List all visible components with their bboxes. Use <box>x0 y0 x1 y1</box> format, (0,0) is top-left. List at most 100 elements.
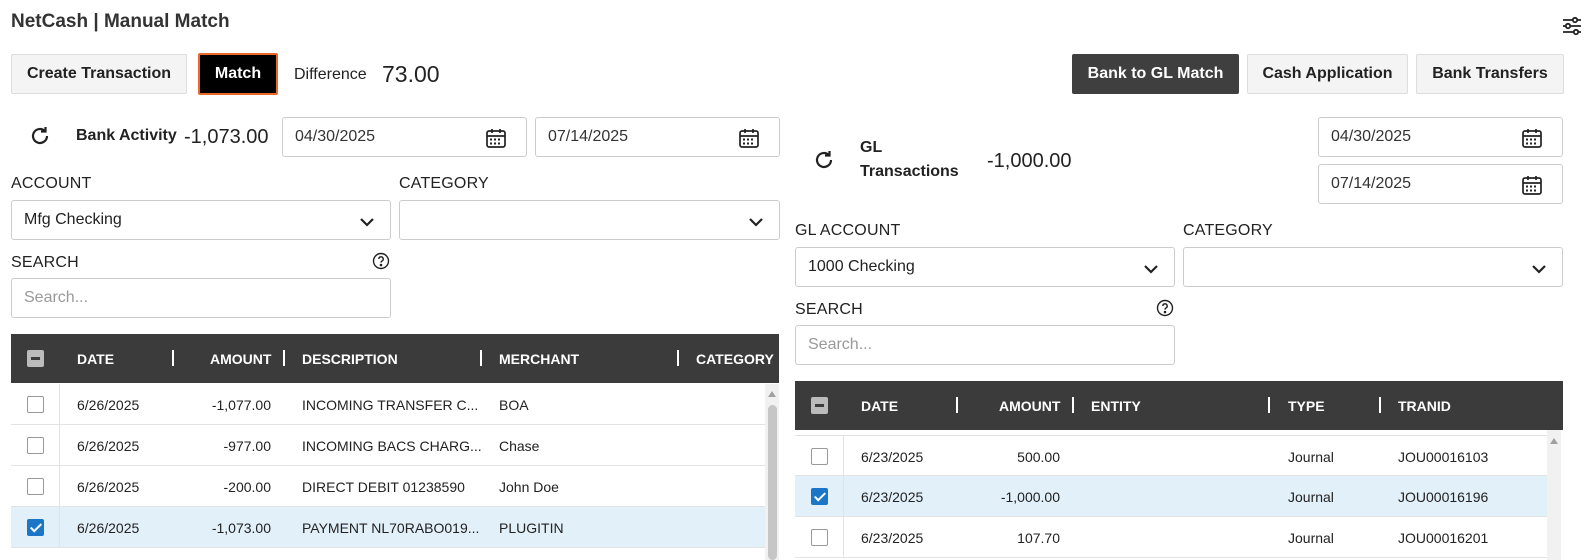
column-header-merchant[interactable]: MERCHANT <box>499 351 579 367</box>
match-button[interactable]: Match <box>198 53 278 95</box>
refresh-icon[interactable] <box>812 148 836 172</box>
select-all-checkbox[interactable] <box>811 397 828 414</box>
bank-date-to[interactable]: 07/14/2025 <box>535 117 780 157</box>
gl-date-to-value: 07/14/2025 <box>1331 175 1412 192</box>
page-title: NetCash | Manual Match <box>11 11 230 32</box>
gl-category-select[interactable] <box>1183 247 1563 287</box>
table-row[interactable]: 6/23/2025 107.70 Journal JOU00016201 <box>795 517 1547 558</box>
bank-category-select[interactable] <box>399 200 780 240</box>
table-row[interactable]: 6/26/2025 -1,073.00 PAYMENT NL70RABO019.… <box>11 507 765 548</box>
gl-date-to[interactable]: 07/14/2025 <box>1318 164 1563 204</box>
table-row[interactable]: 6/23/2025 -1,000.00 Journal JOU00016196 <box>795 476 1547 517</box>
row-checkbox[interactable] <box>27 478 44 495</box>
bank-grid-header: DATE AMOUNT DESCRIPTION MERCHANT CATEGOR… <box>11 334 779 383</box>
row-description: PAYMENT NL70RABO019... <box>302 520 480 536</box>
row-amount: -1,000.00 <box>1000 489 1060 505</box>
table-row[interactable]: 6/23/2025 500.00 Journal JOU00016103 <box>795 435 1547 477</box>
chevron-down-icon <box>1144 265 1158 274</box>
table-row[interactable]: 6/26/2025 -1,077.00 INCOMING TRANSFER C.… <box>11 384 765 425</box>
gl-grid-header: DATE AMOUNT ENTITY TYPE TRANID <box>795 381 1563 430</box>
calendar-icon[interactable] <box>1520 126 1544 150</box>
row-merchant: Chase <box>499 438 540 454</box>
column-header-entity[interactable]: ENTITY <box>1091 398 1141 414</box>
row-type: Journal <box>1288 489 1334 505</box>
select-all-checkbox[interactable] <box>27 350 44 367</box>
row-amount: -1,077.00 <box>211 397 271 413</box>
calendar-icon[interactable] <box>1520 173 1544 197</box>
table-row[interactable]: 6/26/2025 -977.00 INCOMING BACS CHARG...… <box>11 425 765 466</box>
row-amount: -200.00 <box>223 479 271 495</box>
row-date: 6/23/2025 <box>861 449 924 465</box>
column-header-category[interactable]: CATEGORY <box>696 351 774 367</box>
bank-grid-scroll-thumb[interactable] <box>768 405 777 560</box>
row-date: 6/26/2025 <box>77 520 140 536</box>
row-merchant: John Doe <box>499 479 559 495</box>
gl-search-input[interactable] <box>795 325 1175 365</box>
bank-account-label: ACCOUNT <box>11 175 92 192</box>
chevron-down-icon <box>360 218 374 227</box>
bank-search-input[interactable] <box>11 278 391 318</box>
row-date: 6/23/2025 <box>861 489 924 505</box>
row-date: 6/26/2025 <box>77 438 140 454</box>
row-checkbox[interactable] <box>811 529 828 546</box>
row-tranid: JOU00016196 <box>1398 489 1489 505</box>
row-date: 6/23/2025 <box>861 530 924 546</box>
gl-category-label: CATEGORY <box>1183 222 1273 239</box>
gl-transactions-title: GL <box>860 139 883 156</box>
bank-account-value: Mfg Checking <box>24 211 122 228</box>
row-amount: 500.00 <box>1017 449 1060 465</box>
sliders-icon[interactable] <box>1560 14 1584 38</box>
row-checkbox[interactable] <box>811 448 828 465</box>
gl-account-label: GL ACCOUNT <box>795 222 901 239</box>
bank-total: -1,073.00 <box>184 126 269 148</box>
scroll-up-arrow[interactable] <box>1550 438 1558 444</box>
row-checkbox[interactable] <box>811 488 828 505</box>
column-header-amount[interactable]: AMOUNT <box>210 351 271 367</box>
bank-transfers-button[interactable]: Bank Transfers <box>1416 54 1564 94</box>
gl-transactions-title-line2: Transactions <box>860 163 959 180</box>
row-description: DIRECT DEBIT 01238590 <box>302 479 465 495</box>
row-tranid: JOU00016103 <box>1398 449 1489 465</box>
row-checkbox[interactable] <box>27 437 44 454</box>
difference-label: Difference <box>294 66 367 83</box>
column-header-type[interactable]: TYPE <box>1288 398 1325 414</box>
help-circle-icon[interactable] <box>1156 299 1174 317</box>
calendar-icon[interactable] <box>484 126 508 150</box>
row-date: 6/26/2025 <box>77 479 140 495</box>
row-date: 6/26/2025 <box>77 397 140 413</box>
table-row[interactable]: 6/26/2025 -200.00 DIRECT DEBIT 01238590 … <box>11 466 765 507</box>
cash-application-button[interactable]: Cash Application <box>1247 54 1408 94</box>
row-merchant: BOA <box>499 397 529 413</box>
gl-total: -1,000.00 <box>987 150 1072 172</box>
gl-search-label: SEARCH <box>795 301 863 318</box>
difference-value: 73.00 <box>382 61 440 87</box>
row-type: Journal <box>1288 449 1334 465</box>
scroll-up-arrow[interactable] <box>768 391 776 397</box>
column-header-amount[interactable]: AMOUNT <box>999 398 1060 414</box>
gl-date-from[interactable]: 04/30/2025 <box>1318 117 1563 157</box>
refresh-icon[interactable] <box>28 124 52 148</box>
row-checkbox[interactable] <box>27 519 44 536</box>
help-circle-icon[interactable] <box>372 252 390 270</box>
gl-date-from-value: 04/30/2025 <box>1331 128 1412 145</box>
row-amount: 107.70 <box>1017 530 1060 546</box>
bank-to-gl-match-button[interactable]: Bank to GL Match <box>1072 54 1239 94</box>
row-amount: -977.00 <box>223 438 271 454</box>
bank-activity-title: Bank Activity <box>76 127 177 144</box>
gl-grid-scrollbar[interactable] <box>1547 430 1561 560</box>
bank-date-to-value: 07/14/2025 <box>548 128 629 145</box>
row-merchant: PLUGITIN <box>499 520 564 536</box>
calendar-icon[interactable] <box>737 126 761 150</box>
column-header-date[interactable]: DATE <box>861 398 898 414</box>
chevron-down-icon <box>749 218 763 227</box>
bank-account-select[interactable]: Mfg Checking <box>11 200 391 240</box>
row-checkbox[interactable] <box>27 396 44 413</box>
column-header-date[interactable]: DATE <box>77 351 114 367</box>
column-header-tranid[interactable]: TRANID <box>1398 398 1451 414</box>
gl-account-select[interactable]: 1000 Checking <box>795 247 1175 287</box>
column-header-description[interactable]: DESCRIPTION <box>302 351 398 367</box>
chevron-down-icon <box>1532 265 1546 274</box>
create-transaction-button[interactable]: Create Transaction <box>11 54 187 94</box>
row-amount: -1,073.00 <box>211 520 271 536</box>
bank-date-from[interactable]: 04/30/2025 <box>282 117 527 157</box>
